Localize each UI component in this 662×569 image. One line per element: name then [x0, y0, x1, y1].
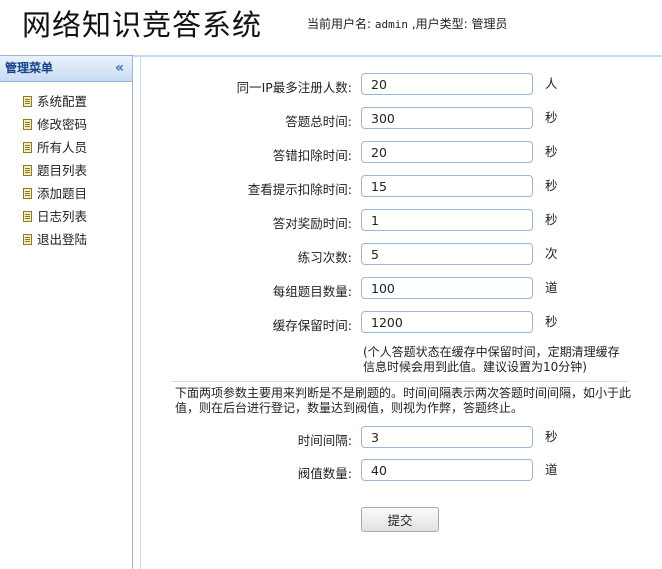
field-label: 阀值数量:: [297, 466, 352, 481]
field-unit: 秒: [545, 144, 558, 159]
document-icon: [23, 142, 32, 153]
practice-count-input[interactable]: [361, 243, 533, 265]
document-icon: [23, 188, 32, 199]
sidebar-item-logout[interactable]: 退出登陆: [0, 228, 132, 251]
hint-penalty-input[interactable]: [361, 175, 533, 197]
sidebar-item-log-list[interactable]: 日志列表: [0, 205, 132, 228]
correct-bonus-input[interactable]: [361, 209, 533, 231]
document-icon: [23, 165, 32, 176]
sidebar-item-label: 添加题目: [37, 186, 88, 201]
sidebar-item-system-config[interactable]: 系统配置: [0, 90, 132, 113]
field-label: 答错扣除时间:: [272, 148, 352, 163]
field-label: 答对奖励时间:: [272, 216, 352, 231]
field-unit: 次: [545, 246, 558, 261]
form-row-total-time: 答题总时间: 秒: [141, 107, 662, 131]
wrong-penalty-input[interactable]: [361, 141, 533, 163]
total-time-input[interactable]: [361, 107, 533, 129]
app-title: 网络知识竞答系统: [22, 8, 263, 42]
sidebar: 管理菜单 « 系统配置 修改密码 所有人员 题目列表 添加题目 日志列表 退出登…: [0, 55, 133, 569]
user-type-label: ,用户类型:: [411, 17, 468, 31]
collapse-icon[interactable]: «: [115, 56, 124, 81]
form-row-questions-per-group: 每组题目数量: 道: [141, 277, 662, 301]
sidebar-item-label: 修改密码: [37, 117, 88, 132]
field-unit: 秒: [545, 110, 558, 125]
current-user-info: 当前用户名: admin ,用户类型: 管理员: [307, 15, 508, 32]
document-icon: [23, 96, 32, 107]
sidebar-item-add-question[interactable]: 添加题目: [0, 182, 132, 205]
sidebar-item-all-users[interactable]: 所有人员: [0, 136, 132, 159]
form-row-practice-count: 练习次数: 次: [141, 243, 662, 267]
anti-cheat-note: 下面两项参数主要用来判断是不是刷题的。时间间隔表示两次答题时间间隔，如小于此值，…: [175, 386, 632, 415]
submit-button[interactable]: 提交: [361, 507, 439, 532]
field-unit: 秒: [545, 178, 558, 193]
sidebar-menu: 系统配置 修改密码 所有人员 题目列表 添加题目 日志列表 退出登陆: [0, 90, 132, 251]
sidebar-item-label: 所有人员: [37, 140, 88, 155]
sidebar-item-label: 日志列表: [37, 209, 88, 224]
threshold-input[interactable]: [361, 459, 533, 481]
top-header: 网络知识竞答系统 当前用户名: admin ,用户类型: 管理员: [0, 0, 662, 55]
field-label: 时间间隔:: [297, 433, 352, 448]
document-icon: [23, 211, 32, 222]
form-row-hint-penalty: 查看提示扣除时间: 秒: [141, 175, 662, 199]
field-label: 答题总时间:: [285, 114, 352, 129]
document-icon: [23, 119, 32, 130]
field-label: 查看提示扣除时间:: [247, 182, 352, 197]
document-icon: [23, 234, 32, 245]
field-label: 练习次数:: [297, 250, 352, 265]
max-ip-registrations-input[interactable]: [361, 73, 533, 95]
sidebar-item-label: 题目列表: [37, 163, 88, 178]
form-row-threshold: 阀值数量: 道: [141, 459, 662, 483]
form-row-correct-bonus: 答对奖励时间: 秒: [141, 209, 662, 233]
config-form: 同一IP最多注册人数: 人 答题总时间: 秒 答错扣除时间: 秒 查看提示扣除时…: [140, 57, 662, 569]
sidebar-item-change-password[interactable]: 修改密码: [0, 113, 132, 136]
field-label: 缓存保留时间:: [272, 318, 352, 333]
questions-per-group-input[interactable]: [361, 277, 533, 299]
cache-retention-input[interactable]: [361, 311, 533, 333]
sidebar-item-label: 系统配置: [37, 94, 88, 109]
sidebar-title: 管理菜单: [5, 61, 54, 75]
time-interval-input[interactable]: [361, 426, 533, 448]
divider: [171, 381, 628, 382]
form-row-cache-retention: 缓存保留时间: 秒: [141, 311, 662, 335]
field-unit: 道: [545, 280, 558, 295]
username: admin: [374, 18, 408, 31]
field-unit: 秒: [545, 429, 558, 444]
sidebar-header: 管理菜单 «: [0, 55, 132, 82]
field-unit: 人: [545, 76, 558, 91]
field-unit: 秒: [545, 212, 558, 227]
field-unit: 秒: [545, 314, 558, 329]
cache-note: (个人答题状态在缓存中保留时间，定期清理缓存信息时候会用到此值。建议设置为10分…: [363, 345, 620, 374]
form-row-wrong-penalty: 答错扣除时间: 秒: [141, 141, 662, 165]
field-label: 每组题目数量:: [272, 284, 352, 299]
field-unit: 道: [545, 462, 558, 477]
form-row-time-interval: 时间间隔: 秒: [141, 426, 662, 450]
form-row-max-ip-registrations: 同一IP最多注册人数: 人: [141, 73, 662, 97]
field-label: 同一IP最多注册人数:: [236, 80, 352, 95]
sidebar-item-question-list[interactable]: 题目列表: [0, 159, 132, 182]
user-label: 当前用户名:: [307, 17, 372, 31]
sidebar-item-label: 退出登陆: [37, 232, 88, 247]
user-type: 管理员: [471, 17, 508, 31]
